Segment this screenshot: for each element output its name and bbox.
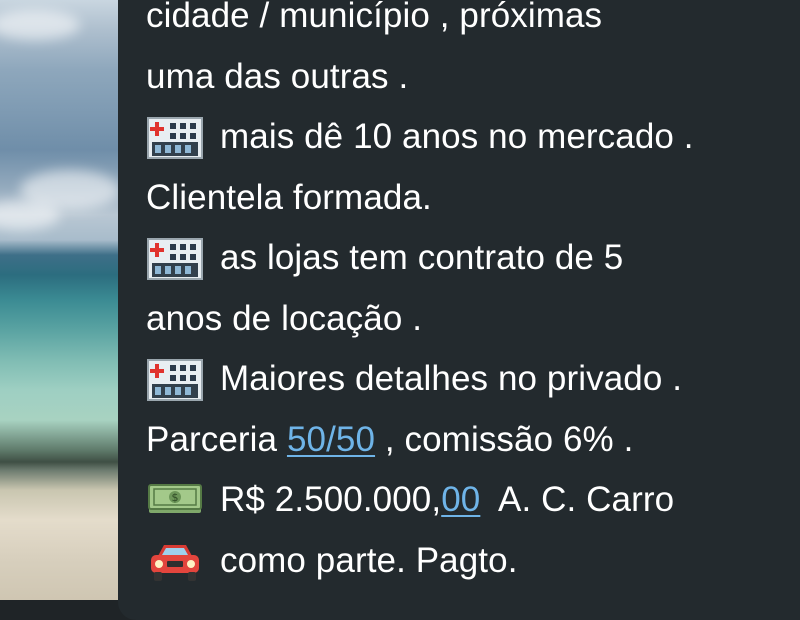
- message-line: Maiores detalhes no privado .: [146, 349, 796, 410]
- message-line: como parte. Pagto.: [146, 531, 796, 592]
- message-line-text: as lojas tem contrato de 5: [220, 238, 624, 277]
- price-link[interactable]: 00: [441, 470, 480, 531]
- message-line-text: A. C. Carro: [480, 480, 675, 519]
- message-line: Parceria 50/50 , comissão 6% .: [146, 410, 796, 471]
- hospital-emoji-icon: [146, 235, 204, 281]
- message-line-text: mais dê 10 anos no mercado .: [220, 117, 694, 156]
- message-line: $ R$ 2.500.000, 00 A. C. Carro: [146, 470, 796, 531]
- partnership-link[interactable]: 50/50: [287, 410, 375, 471]
- message-line: anos de locação .: [146, 289, 796, 350]
- dollar-banknote-emoji-icon: $: [146, 477, 204, 523]
- svg-text:$: $: [171, 491, 178, 504]
- message-line-text: Clientela formada.: [146, 177, 432, 217]
- message-line: mais dê 10 anos no mercado .: [146, 107, 796, 168]
- car-front-emoji-icon: [146, 538, 204, 584]
- hospital-emoji-icon: [146, 356, 204, 402]
- message-line-text: uma das outras .: [146, 56, 409, 96]
- chat-wallpaper: [0, 0, 120, 600]
- message-line-text: cidade / município , próximas: [146, 0, 603, 35]
- message-text[interactable]: cidade / município , próximas uma das ou…: [146, 0, 796, 591]
- message-line-text: anos de locação .: [146, 298, 423, 338]
- message-line: cidade / município , próximas: [146, 0, 796, 47]
- message-line: as lojas tem contrato de 5: [146, 228, 796, 289]
- message-line-text: , comissão 6% .: [375, 419, 634, 459]
- message-line: Clientela formada.: [146, 168, 796, 229]
- message-line-text: Maiores detalhes no privado .: [220, 359, 683, 398]
- message-line: uma das outras .: [146, 47, 796, 108]
- message-line-text: como parte. Pagto.: [220, 540, 518, 580]
- message-line-text: R$ 2.500.000,: [220, 480, 442, 519]
- hospital-emoji-icon: [146, 114, 204, 160]
- message-line-text: Parceria: [146, 419, 287, 459]
